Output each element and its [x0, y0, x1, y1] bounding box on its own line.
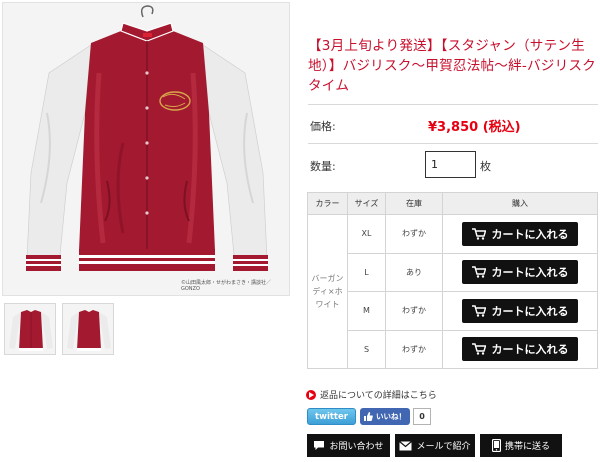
inquiry-label: お問い合わせ	[329, 442, 384, 452]
mail-share-label: メールで紹介	[416, 442, 471, 452]
header-purchase: 購入	[442, 192, 598, 215]
jacket-back-thumbnail-icon	[67, 310, 111, 351]
add-to-cart-button-l[interactable]: カートに入れる	[462, 260, 578, 285]
add-to-cart-label: カートに入れる	[491, 266, 569, 280]
facebook-like-button[interactable]: いいね！	[360, 408, 410, 425]
mobile-phone-icon	[491, 439, 501, 452]
image-copyright: ©山田風太郎・せがわまさき・講談社／GONZO	[181, 280, 272, 292]
like-label: いいね！	[376, 412, 406, 421]
stock-value: あり	[385, 252, 443, 292]
quantity-input[interactable]	[425, 151, 476, 178]
price-label: 価格:	[310, 120, 336, 133]
thumbnail-back[interactable]	[62, 303, 114, 355]
size-value: M	[347, 291, 386, 331]
header-color: カラー	[307, 192, 348, 215]
returns-link-label: 返品についての詳細はこちら	[320, 391, 437, 401]
stock-value: わずか	[385, 214, 443, 254]
table-row: バーガンディ×ホワイト XL わずか カートに入れる	[307, 214, 598, 369]
jacket-front-thumbnail-icon	[9, 310, 53, 351]
stock-table: カラー サイズ 在庫 購入 バーガンディ×ホワイト XL わずか カートに入れる…	[307, 192, 598, 369]
header-stock: 在庫	[385, 192, 443, 215]
twitter-button[interactable]: twitter	[307, 408, 356, 425]
divider	[308, 143, 598, 144]
cart-icon	[471, 343, 486, 355]
size-value: S	[347, 329, 386, 369]
returns-link[interactable]: 返品についての詳細はこちら	[306, 388, 437, 401]
add-to-cart-button-m[interactable]: カートに入れる	[462, 298, 578, 323]
twitter-label: twitter	[315, 411, 348, 422]
add-to-cart-label: カートに入れる	[491, 304, 569, 318]
table-row: S わずか カートに入れる	[308, 329, 598, 369]
header-size: サイズ	[347, 192, 386, 215]
cart-icon	[471, 228, 486, 240]
divider	[308, 104, 598, 105]
add-to-cart-label: カートに入れる	[491, 227, 569, 241]
cart-icon	[471, 266, 486, 278]
quantity-label: 数量:	[310, 160, 336, 173]
thumbnail-front[interactable]	[4, 303, 56, 355]
mail-share-button[interactable]: メールで紹介	[395, 434, 475, 457]
product-title: 【3月上旬より発送】【スタジャン（サテン生地）】バジリスク～甲賀忍法帖～絆-バジ…	[308, 38, 596, 94]
speech-bubble-icon	[314, 441, 325, 450]
size-value: L	[347, 252, 386, 292]
send-to-mobile-label: 携帯に送る	[504, 442, 550, 452]
stock-value: わずか	[385, 329, 443, 369]
color-value: バーガンディ×ホワイト	[307, 214, 348, 369]
like-count: 0	[413, 408, 431, 425]
stock-value: わずか	[385, 291, 443, 331]
jacket-illustration	[26, 5, 268, 271]
quantity-unit: 枚	[480, 160, 491, 173]
price-value: ¥3,850 (税込)	[428, 120, 521, 135]
size-value: XL	[347, 214, 386, 254]
arrow-right-icon	[306, 389, 316, 400]
envelope-icon	[399, 440, 413, 450]
send-to-mobile-button[interactable]: 携帯に送る	[480, 434, 562, 457]
product-main-image[interactable]: ©山田風太郎・せがわまさき・講談社／GONZO	[2, 2, 290, 296]
add-to-cart-label: カートに入れる	[491, 343, 569, 357]
add-to-cart-button-s[interactable]: カートに入れる	[462, 337, 578, 362]
table-row: M わずか カートに入れる	[308, 291, 598, 331]
add-to-cart-button-xl[interactable]: カートに入れる	[462, 221, 578, 246]
cart-icon	[471, 305, 486, 317]
thumbs-up-icon	[364, 412, 373, 421]
table-row: L あり カートに入れる	[308, 252, 598, 292]
inquiry-button[interactable]: お問い合わせ	[307, 434, 390, 457]
